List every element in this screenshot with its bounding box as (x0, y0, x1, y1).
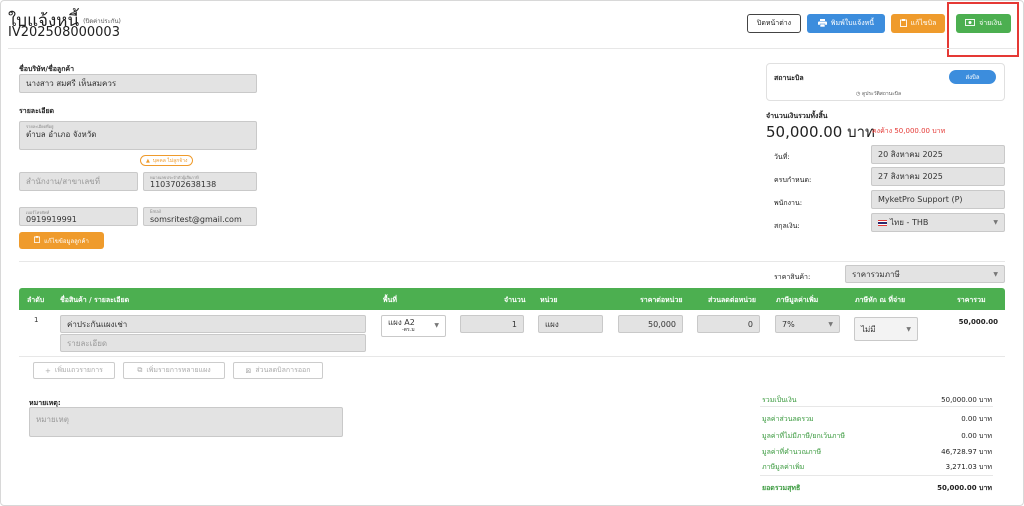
edit-customer-button[interactable]: แก้ไขข้อมูลลูกค้า (19, 232, 104, 249)
address-field[interactable]: รายละเอียดที่อยู่ ตำบล อำเภอ จังหวัด (19, 121, 257, 150)
table-divider (19, 356, 1005, 357)
price-type-label: ราคาสินค้า: (774, 273, 811, 281)
status-history-link[interactable]: ◷ ดูประวัติสถานะบิล (856, 90, 901, 98)
summary-value-taxable: 46,728.97 บาท (941, 448, 992, 456)
clipboard-icon (34, 236, 41, 245)
email-value: somsritest@gmail.com (150, 215, 242, 224)
product-detail-field[interactable]: รายละเอียด (60, 334, 366, 352)
edit-bill-button[interactable]: แก้ไขบิล (891, 14, 945, 33)
summary-label-vat: ภาษีมูลค่าเพิ่ม (762, 463, 805, 471)
address-hint: รายละเอียดที่อยู่ (26, 124, 54, 129)
col-header-qty: จำนวน (504, 296, 526, 304)
customer-type-badge: ▲ บุคคล ไม่ลูกจ้าง (140, 155, 194, 166)
summary-value-subtotal: 50,000.00 บาท (941, 396, 992, 404)
discount-field[interactable]: 0 (697, 315, 760, 333)
chevron-down-icon: ▼ (993, 270, 998, 278)
bill-discount-button[interactable]: ⊠ ส่วนลดบิลการออก (233, 362, 323, 379)
unit-price-field[interactable]: 50,000 (618, 315, 683, 333)
due-date-field[interactable]: 27 สิงหาคม 2025 (871, 167, 1005, 186)
summary-label-grand-total: ยอดรวมสุทธิ (762, 484, 801, 492)
notes-field[interactable]: หมายเหตุ (29, 407, 343, 437)
printer-icon (817, 18, 827, 29)
col-header-total: ราคารวม (957, 296, 986, 304)
col-header-price: ราคาต่อหน่วย (640, 296, 683, 304)
page-subtitle: (ปิดค่าประกัน) (83, 18, 121, 25)
product-name-field[interactable]: ค่าประกันแผงเช่า (60, 315, 366, 333)
col-header-unit: หน่วย (540, 296, 558, 304)
summary-value-exempt: 0.00 บาท (961, 432, 992, 440)
phone-hint: เบอร์โทรศัพท์ (26, 210, 50, 215)
add-row-button[interactable]: + เพิ่มแถวรายการ (33, 362, 115, 379)
col-header-discount: ส่วนลดต่อหน่วย (708, 296, 757, 304)
branch-field[interactable]: สำนักงาน/สาขาเลขที่ (19, 172, 138, 191)
chevron-down-icon: ▼ (434, 322, 439, 329)
section-divider (19, 261, 1005, 262)
chevron-down-icon: ▼ (906, 325, 911, 333)
col-header-wht: ภาษีหัก ณ ที่จ่าย (855, 296, 906, 304)
summary-label-exempt: มูลค่าที่ไม่มีภาษี/ยกเว้นภาษี (762, 432, 846, 440)
outstanding-amount: คงค้าง 50,000.00 บาท (872, 127, 946, 135)
currency-select[interactable]: ไทย - THB ▼ (871, 213, 1005, 232)
total-amount: 50,000.00 บาท (766, 123, 875, 141)
qty-field[interactable]: 1 (460, 315, 524, 333)
summary-value-grand-total: 50,000.00 บาท (937, 484, 992, 492)
phone-field[interactable]: เบอร์โทรศัพท์ 0919919991 (19, 207, 138, 226)
summary-value-vat: 3,271.03 บาท (945, 463, 992, 471)
tax-id-hint: หมายเลขประจำตัวผู้เสียภาษี (150, 175, 199, 180)
vat-select[interactable]: 7% ▼ (775, 315, 840, 333)
print-invoice-button[interactable]: พิมพ์ใบแจ้งหนี้ (807, 14, 885, 33)
due-date-label: ครบกำหนด: (774, 176, 812, 184)
staff-label: พนักงาน: (774, 199, 803, 207)
col-header-area: พื้นที่ (383, 296, 398, 304)
row-total: 50,000.00 (958, 318, 998, 326)
col-header-no: ลำดับ (27, 296, 45, 304)
wht-select[interactable]: ไม่มี ▼ (854, 317, 918, 341)
thai-flag-icon (878, 219, 887, 226)
col-header-vat: ภาษีมูลค่าเพิ่ม (776, 296, 819, 304)
date-label: วันที่: (774, 153, 790, 161)
close-window-button[interactable]: ปิดหน้าต่าง (747, 14, 801, 33)
area-select[interactable]: แผง A2 -ตร.ม ▼ (381, 315, 446, 337)
tax-id-value: 1103702638138 (150, 180, 217, 189)
phone-value: 0919919991 (26, 215, 77, 224)
summary-divider (760, 475, 993, 476)
header-divider (8, 48, 1016, 49)
currency-label: สกุลเงิน: (774, 222, 800, 230)
copy-icon: ⧉ (137, 366, 143, 374)
chevron-down-icon: ▼ (828, 320, 833, 328)
customer-name-field[interactable]: นางสาว สมศรี เห็นสมควร (19, 74, 257, 93)
close-box-icon: ⊠ (245, 366, 252, 375)
summary-divider (760, 406, 993, 407)
document-number: IV202508000003 (8, 25, 120, 40)
row-number: 1 (34, 316, 39, 324)
tax-id-field[interactable]: หมายเลขประจำตัวผู้เสียภาษี 1103702638138 (143, 172, 257, 191)
summary-label-subtotal: รวมเป็นเงิน (762, 396, 797, 404)
staff-field[interactable]: MyketPro Support (P) (871, 190, 1005, 209)
plus-icon: + (45, 366, 51, 375)
col-header-product: ชื่อสินค้า / รายละเอียด (60, 296, 130, 304)
bill-status-badge[interactable]: ส่งบิล (949, 70, 996, 84)
unit-field[interactable]: แผง (538, 315, 603, 333)
email-field[interactable]: Email somsritest@gmail.com (143, 207, 257, 226)
warning-icon: ▲ (146, 157, 150, 164)
bill-status-label: สถานะบิล (774, 74, 804, 82)
add-multiple-button[interactable]: ⧉ เพิ่มรายการหลายแผง (123, 362, 225, 379)
summary-label-discount: มูลค่าส่วนลดรวม (762, 415, 814, 423)
price-type-select[interactable]: ราคารวมภาษี ▼ (845, 265, 1005, 283)
clipboard-icon (899, 18, 907, 29)
summary-label-taxable: มูลค่าที่คำนวณภาษี (762, 448, 822, 456)
date-field[interactable]: 20 สิงหาคม 2025 (871, 145, 1005, 164)
chevron-down-icon: ▼ (993, 219, 998, 226)
detail-label: รายละเอียด (19, 107, 55, 115)
email-hint: Email (150, 209, 162, 214)
summary-value-discount: 0.00 บาท (961, 415, 992, 423)
